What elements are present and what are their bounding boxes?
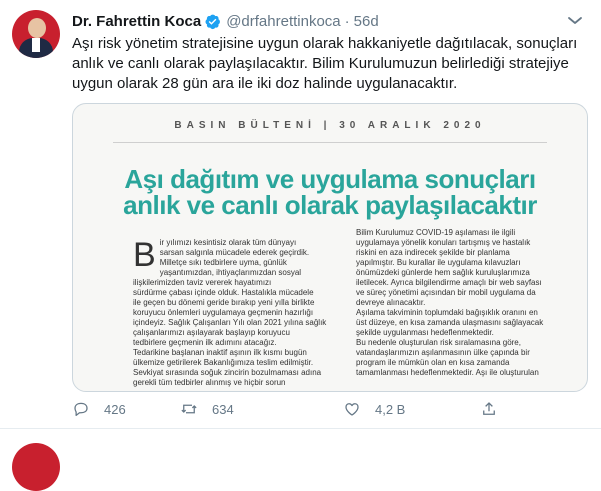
share-icon [483,402,495,415]
like-count: 4,2 B [375,401,406,417]
retweet-count: 634 [212,401,234,417]
reply-count: 426 [104,401,126,417]
like-icon [345,403,359,416]
tweet-actions: 426 634 4,2 B [72,398,592,420]
share-button[interactable] [480,398,512,420]
like-button[interactable]: 4,2 B [343,398,405,420]
reply-button[interactable]: 426 [72,398,126,420]
divider [113,142,547,143]
retweet-button[interactable]: 634 [180,398,234,420]
tweet-text: Aşı risk yönetim stratejisine uygun olar… [72,35,578,92]
separator: · [344,12,350,30]
press-release-left-column: Bir yılımızı kesintisiz olarak tüm dünya… [133,228,343,388]
press-release-right-column: Bilim Kurulumuz COVID-19 aşılaması ile i… [356,228,544,377]
verified-badge-icon [205,14,221,29]
next-tweet[interactable] [0,429,601,491]
author-avatar[interactable] [12,10,60,58]
author-handle[interactable]: @drfahrettinkoca [226,13,340,30]
reply-icon [74,402,88,417]
author-name[interactable]: Dr. Fahrettin Koca [72,13,201,30]
left-column-text: ir yılımızı kesintisiz olarak tüm dünyay… [133,238,327,387]
press-release-header: BASIN BÜLTENİ | 30 ARALIK 2020 [174,120,486,131]
retweet-icon [181,404,197,414]
avatar-shirt [32,38,40,52]
tweet-header: Dr. Fahrettin Koca @drfahrettinkoca · 56… [72,11,379,31]
more-icon[interactable] [565,12,585,28]
press-release-headline: Aşı dağıtım ve uygulama sonuçları anlık … [123,164,537,220]
dropcap: B [133,236,156,274]
next-tweet-avatar[interactable] [12,443,60,491]
tweet[interactable]: Dr. Fahrettin Koca @drfahrettinkoca · 56… [0,0,601,429]
tweet-image[interactable]: BASIN BÜLTENİ | 30 ARALIK 2020 Aşı dağıt… [72,103,588,392]
avatar-face [28,18,46,38]
tweet-time[interactable]: 56d [354,13,379,30]
